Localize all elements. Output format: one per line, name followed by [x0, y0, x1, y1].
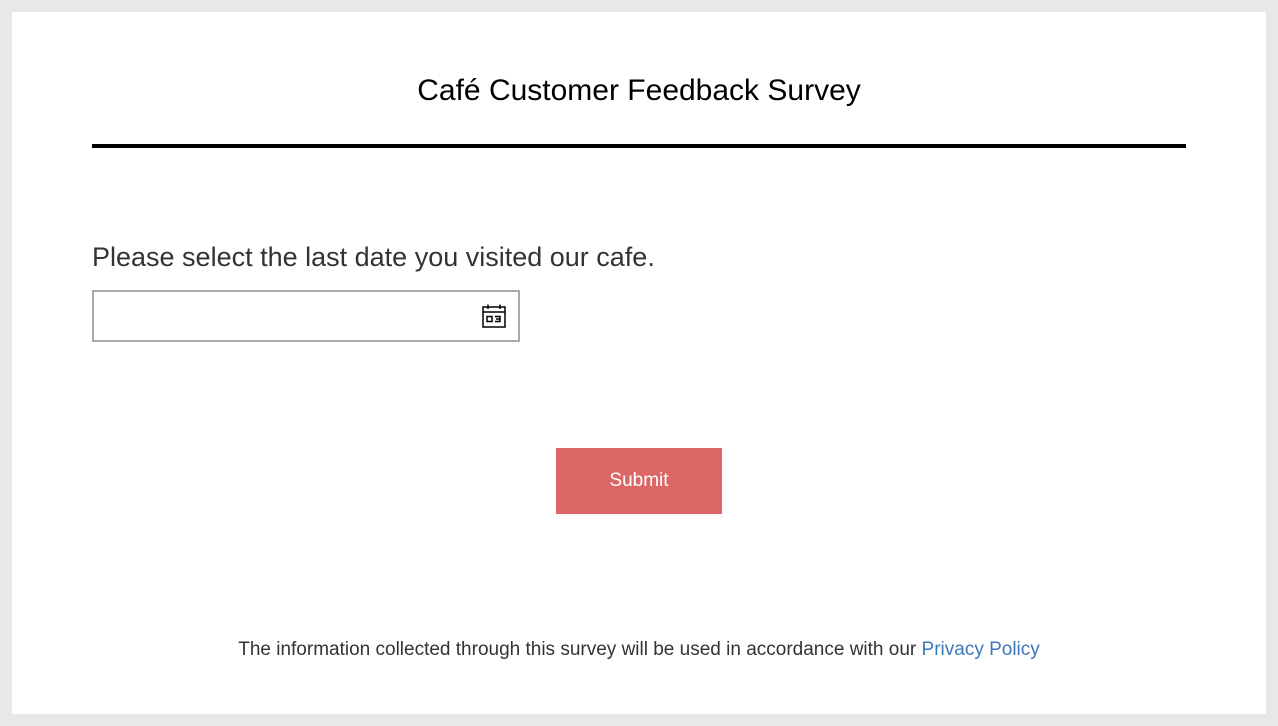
calendar-icon[interactable]	[482, 304, 506, 328]
privacy-footer: The information collected through this s…	[12, 638, 1266, 662]
submit-button[interactable]: Submit	[556, 448, 722, 514]
date-input[interactable]	[94, 292, 484, 340]
date-picker-field[interactable]	[92, 290, 520, 342]
footer-text: The information collected through this s…	[238, 639, 917, 660]
date-question-label: Please select the last date you visited …	[92, 242, 655, 272]
survey-title: Café Customer Feedback Survey	[417, 74, 861, 107]
privacy-policy-link[interactable]: Privacy Policy	[922, 639, 1040, 660]
title-divider	[92, 144, 1186, 148]
survey-card: Café Customer Feedback Survey Please sel…	[12, 12, 1266, 714]
